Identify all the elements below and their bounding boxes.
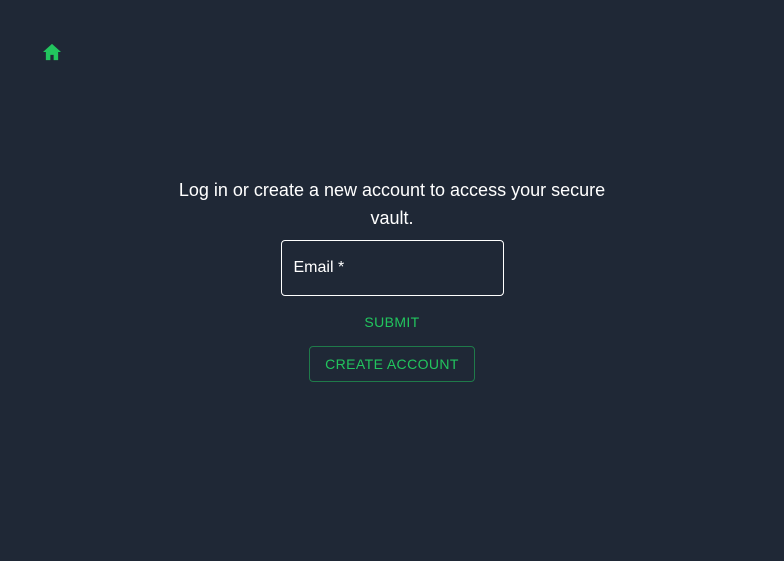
email-field[interactable] (280, 240, 504, 296)
intro-text: Log in or create a new account to access… (178, 180, 606, 228)
login-panel: Log in or create a new account to access… (0, 176, 784, 382)
login-page: Log in or create a new account to access… (0, 0, 784, 561)
submit-button[interactable]: SUBMIT (356, 308, 427, 336)
home-icon (42, 43, 62, 61)
home-button[interactable] (41, 42, 63, 62)
create-account-button[interactable]: CREATE ACCOUNT (309, 346, 475, 382)
